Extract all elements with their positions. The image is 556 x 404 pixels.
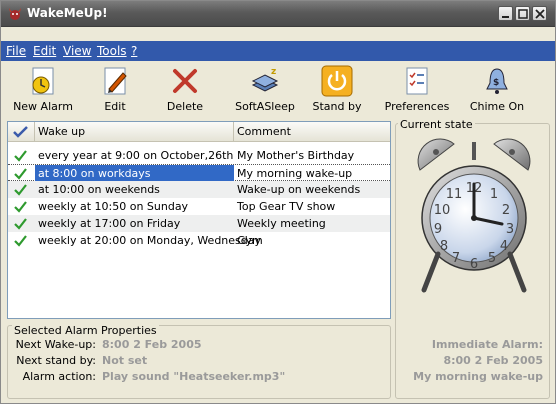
row-wake-up: every year at 9:00 on October,26th [38,149,234,162]
row-comment: My Mother's Birthday [237,149,355,162]
maximize-button[interactable] [515,6,530,21]
svg-text:4: 4 [500,239,508,254]
row-comment: My morning wake-up [237,167,353,180]
check-icon[interactable] [14,200,27,213]
table-row-selected[interactable]: at 8:00 on workdays My morning wake-up [8,164,390,182]
chime-on-label: Chime On [469,100,525,113]
check-icon[interactable] [14,167,27,180]
row-comment: Gym [237,234,263,247]
svg-text:2: 2 [502,203,510,218]
preferences-checklist-icon [401,65,433,97]
chime-on-button[interactable]: $ Chime On [461,63,533,115]
delete-button[interactable]: Delete [149,63,221,115]
row-comment: Wake-up on weekends [237,183,361,196]
menu-help[interactable]: ? [131,44,137,58]
alarm-action-value: Play sound "Heatseeker.mp3" [102,370,286,383]
header-comment[interactable]: Comment [234,122,390,142]
edit-pencil-icon [99,65,131,97]
row-wake-up: at 8:00 on workdays [35,165,234,182]
immediate-alarm-time: 8:00 2 Feb 2005 [443,354,543,367]
next-standby-label: Next stand by: [16,354,96,367]
alarm-list[interactable]: Wake up Comment every year at 9:00 on Oc… [7,121,391,319]
row-wake-up: weekly at 10:50 on Sunday [38,200,189,213]
edit-label: Edit [104,100,126,113]
row-wake-up: weekly at 20:00 on Monday, Wednesday [38,234,262,247]
table-row[interactable]: weekly at 10:50 on Sunday Top Gear TV sh… [8,198,390,215]
softasleep-icon: z [249,65,281,97]
alarm-action-label: Alarm action: [22,370,96,383]
new-alarm-icon [27,65,59,97]
softasleep-button[interactable]: z SoftASleep [229,63,301,115]
svg-text:8: 8 [440,239,448,254]
check-icon[interactable] [14,234,27,247]
svg-text:10: 10 [434,203,451,218]
current-state-panel: Current state 1 2 3 4 5 6 7 8 9 10 11 Im… [395,118,550,399]
menu-file[interactable]: File [6,44,26,58]
chime-bell-icon: $ [481,65,513,97]
svg-text:11: 11 [446,187,463,202]
immediate-alarm-label: Immediate Alarm: [431,338,543,351]
preferences-label: Preferences [384,100,450,113]
header-wake-up[interactable]: Wake up [35,122,234,142]
selected-alarm-properties: Selected Alarm Properties Next Wake-up: … [7,324,391,399]
menu-view[interactable]: View [63,44,91,58]
alarm-clock-icon: 12 1 2 3 4 5 6 7 8 9 10 11 [414,132,534,302]
new-alarm-label: New Alarm [13,100,73,113]
row-wake-up: weekly at 17:00 on Friday [38,217,181,230]
current-state-title: Current state [398,118,475,131]
list-header: Wake up Comment [8,122,390,142]
standby-button[interactable]: Stand by [301,63,373,115]
window-title: WakeMeUp! [27,6,108,20]
svg-text:6: 6 [470,257,478,272]
app-devil-icon [7,6,23,22]
app-window: WakeMeUp! File Edit View Tools ? New Ala… [0,0,556,404]
power-icon [321,65,353,97]
svg-text:1: 1 [490,187,498,202]
new-alarm-button[interactable]: New Alarm [7,63,79,115]
svg-text:z: z [271,67,276,77]
svg-text:5: 5 [488,251,496,266]
menu-bar: File Edit View Tools ? [1,41,555,61]
table-row[interactable]: at 10:00 on weekends Wake-up on weekends [8,181,390,198]
svg-text:7: 7 [452,251,460,266]
table-row[interactable]: every year at 9:00 on October,26th My Mo… [8,147,390,164]
delete-x-icon [169,65,201,97]
preferences-button[interactable]: Preferences [381,63,453,115]
softasleep-label: SoftASleep [235,100,295,113]
menu-edit[interactable]: Edit [33,44,56,58]
edit-button[interactable]: Edit [79,63,151,115]
row-wake-up: at 10:00 on weekends [38,183,160,196]
svg-text:$: $ [493,78,499,88]
minimize-button[interactable] [498,6,513,21]
check-icon[interactable] [14,217,27,230]
check-icon[interactable] [14,183,27,196]
svg-text:3: 3 [506,222,514,237]
next-standby-value: Not set [102,354,148,367]
standby-label: Stand by [312,100,362,113]
delete-label: Delete [166,100,204,113]
row-comment: Top Gear TV show [237,200,336,213]
table-row[interactable]: weekly at 17:00 on Friday Weekly meeting [8,215,390,232]
close-button[interactable] [532,6,547,21]
table-row[interactable]: weekly at 20:00 on Monday, Wednesday Gym [8,232,390,249]
next-wakeup-value: 8:00 2 Feb 2005 [102,338,202,351]
check-icon[interactable] [14,149,27,162]
menu-tools[interactable]: Tools [97,44,127,58]
immediate-alarm-comment: My morning wake-up [413,370,543,383]
next-wakeup-label: Next Wake-up: [15,338,96,351]
title-bar[interactable]: WakeMeUp! [1,1,555,27]
svg-text:9: 9 [434,222,442,237]
header-check-column[interactable] [8,122,35,142]
toolbar: New Alarm Edit Delete z SoftASleep Stand… [1,61,555,117]
properties-title: Selected Alarm Properties [12,324,159,337]
row-comment: Weekly meeting [237,217,326,230]
